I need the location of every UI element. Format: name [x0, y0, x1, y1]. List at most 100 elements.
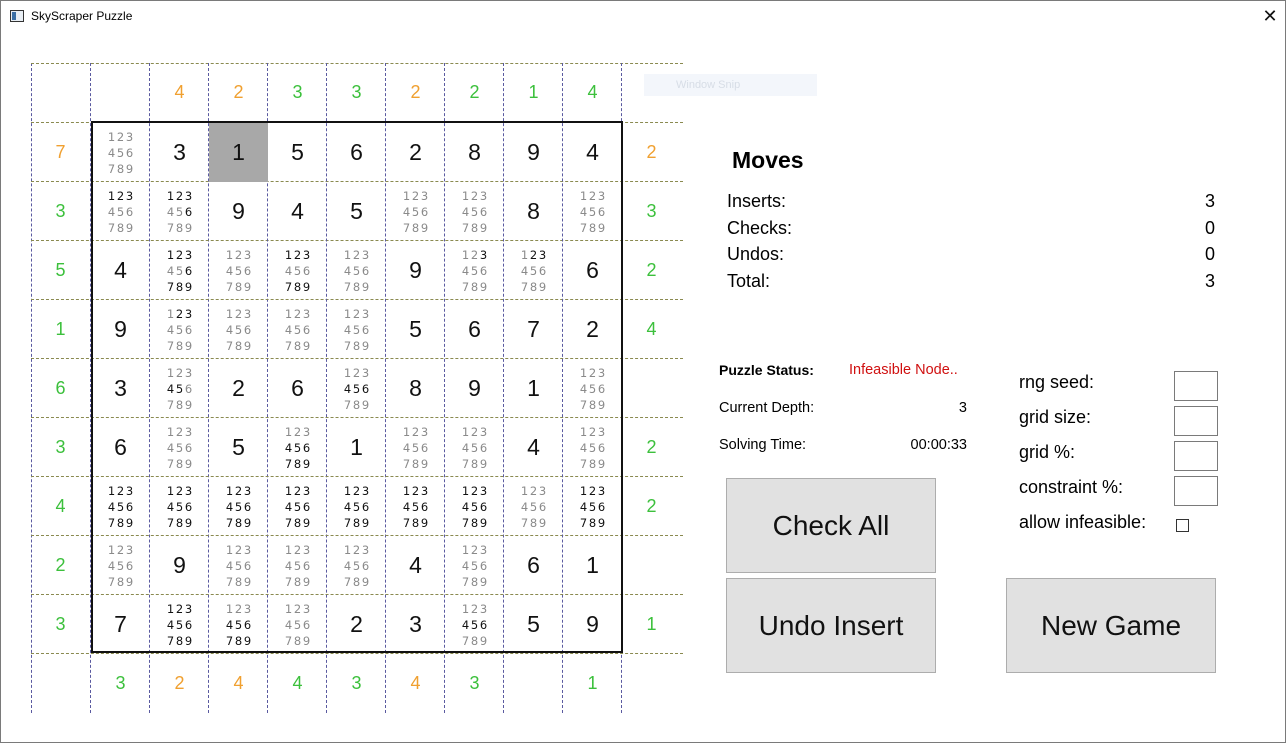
value-cell[interactable]: 7 — [504, 300, 563, 359]
value-cell[interactable]: 8 — [504, 182, 563, 241]
candidate-cell[interactable]: 123456789 — [563, 182, 622, 241]
value-cell[interactable]: 6 — [445, 300, 504, 359]
selected-cell[interactable]: 1 — [209, 123, 268, 182]
candidate-digit: 6 — [479, 617, 488, 632]
value-cell[interactable]: 2 — [563, 300, 622, 359]
candidate-cell[interactable]: 123456789 — [91, 123, 150, 182]
candidate-digit: 6 — [125, 145, 134, 160]
value-cell[interactable]: 1 — [504, 359, 563, 418]
candidate-cell[interactable]: 123456789 — [327, 241, 386, 300]
candidate-cell[interactable]: 123456789 — [268, 300, 327, 359]
value-cell[interactable]: 9 — [445, 359, 504, 418]
value-cell[interactable]: 9 — [91, 300, 150, 359]
value-cell[interactable]: 5 — [327, 182, 386, 241]
value-cell[interactable]: 9 — [504, 123, 563, 182]
candidate-cell[interactable]: 123456789 — [150, 418, 209, 477]
value-cell[interactable]: 5 — [504, 595, 563, 654]
constraint-percent-input[interactable] — [1174, 476, 1218, 506]
candidate-cell[interactable]: 123456789 — [445, 182, 504, 241]
candidate-digit: 1 — [343, 483, 352, 498]
allow-infeasible-checkbox[interactable] — [1176, 519, 1189, 532]
value-cell[interactable]: 4 — [504, 418, 563, 477]
value-cell[interactable]: 9 — [386, 241, 445, 300]
candidate-cell[interactable]: 123456789 — [209, 300, 268, 359]
value-cell[interactable]: 8 — [386, 359, 445, 418]
candidate-cell[interactable]: 123456789 — [327, 536, 386, 595]
candidate-cell[interactable]: 123456789 — [268, 241, 327, 300]
candidate-cell[interactable]: 123456789 — [504, 241, 563, 300]
candidate-digit: 1 — [166, 306, 175, 321]
candidate-cell[interactable]: 123456789 — [268, 536, 327, 595]
value-cell[interactable]: 6 — [563, 241, 622, 300]
candidate-cell[interactable]: 123456789 — [209, 241, 268, 300]
close-icon[interactable]: ✕ — [1255, 1, 1285, 31]
candidate-cell[interactable]: 123456789 — [386, 477, 445, 536]
candidate-cell[interactable]: 123456789 — [91, 477, 150, 536]
candidate-cell[interactable]: 123456789 — [445, 241, 504, 300]
candidate-digit: 2 — [116, 129, 125, 144]
candidate-cell[interactable]: 123456789 — [268, 418, 327, 477]
value-cell[interactable]: 1 — [327, 418, 386, 477]
candidate-cell[interactable]: 123456789 — [327, 477, 386, 536]
value-cell[interactable]: 2 — [209, 359, 268, 418]
candidate-cell[interactable]: 123456789 — [91, 536, 150, 595]
candidate-cell[interactable]: 123456789 — [150, 241, 209, 300]
value-cell[interactable]: 4 — [268, 182, 327, 241]
value-cell[interactable]: 8 — [445, 123, 504, 182]
check-all-button[interactable]: Check All — [726, 478, 936, 573]
candidate-cell[interactable]: 123456789 — [445, 595, 504, 654]
candidate-cell[interactable]: 123456789 — [268, 477, 327, 536]
value-cell[interactable]: 6 — [91, 418, 150, 477]
candidate-cell[interactable]: 123456789 — [445, 536, 504, 595]
value-cell[interactable]: 6 — [327, 123, 386, 182]
value-cell[interactable]: 9 — [563, 595, 622, 654]
candidate-digit: 4 — [461, 263, 470, 278]
candidate-cell[interactable]: 123456789 — [563, 359, 622, 418]
candidate-cell[interactable]: 123456789 — [445, 477, 504, 536]
value-cell[interactable]: 2 — [386, 123, 445, 182]
value-cell[interactable]: 9 — [209, 182, 268, 241]
value-cell[interactable]: 6 — [504, 536, 563, 595]
rng-seed-input[interactable] — [1174, 371, 1218, 401]
candidate-cell[interactable]: 123456789 — [209, 595, 268, 654]
candidate-digit: 7 — [461, 515, 470, 530]
candidate-digit: 6 — [479, 558, 488, 573]
candidate-cell[interactable]: 123456789 — [209, 477, 268, 536]
candidate-cell[interactable]: 123456789 — [327, 359, 386, 418]
candidate-cell[interactable]: 123456789 — [563, 418, 622, 477]
value-cell[interactable]: 2 — [327, 595, 386, 654]
candidate-cell[interactable]: 123456789 — [150, 182, 209, 241]
candidate-cell[interactable]: 123456789 — [150, 595, 209, 654]
value-cell[interactable]: 1 — [563, 536, 622, 595]
value-cell[interactable]: 6 — [268, 359, 327, 418]
candidate-cell[interactable]: 123456789 — [91, 182, 150, 241]
value-cell[interactable]: 5 — [268, 123, 327, 182]
candidate-cell[interactable]: 123456789 — [563, 477, 622, 536]
candidate-cell[interactable]: 123456789 — [386, 182, 445, 241]
candidate-cell[interactable]: 123456789 — [327, 300, 386, 359]
value-cell[interactable]: 4 — [386, 536, 445, 595]
candidate-cell[interactable]: 123456789 — [150, 477, 209, 536]
candidate-cell[interactable]: 123456789 — [150, 300, 209, 359]
value-cell[interactable]: 5 — [209, 418, 268, 477]
value-cell[interactable]: 4 — [563, 123, 622, 182]
candidate-cell[interactable]: 123456789 — [150, 359, 209, 418]
grid-size-input[interactable] — [1174, 406, 1218, 436]
value-cell[interactable]: 3 — [150, 123, 209, 182]
candidate-cell[interactable]: 123456789 — [386, 418, 445, 477]
value-cell[interactable]: 9 — [150, 536, 209, 595]
candidate-digit: 2 — [470, 188, 479, 203]
value-cell[interactable]: 5 — [386, 300, 445, 359]
undo-insert-button[interactable]: Undo Insert — [726, 578, 936, 673]
value-cell[interactable]: 7 — [91, 595, 150, 654]
candidate-cell[interactable]: 123456789 — [209, 536, 268, 595]
candidate-cell[interactable]: 123456789 — [268, 595, 327, 654]
candidate-digit: 3 — [125, 542, 134, 557]
value-cell[interactable]: 3 — [91, 359, 150, 418]
candidate-cell[interactable]: 123456789 — [445, 418, 504, 477]
value-cell[interactable]: 3 — [386, 595, 445, 654]
new-game-button[interactable]: New Game — [1006, 578, 1216, 673]
value-cell[interactable]: 4 — [91, 241, 150, 300]
candidate-cell[interactable]: 123456789 — [504, 477, 563, 536]
grid-percent-input[interactable] — [1174, 441, 1218, 471]
